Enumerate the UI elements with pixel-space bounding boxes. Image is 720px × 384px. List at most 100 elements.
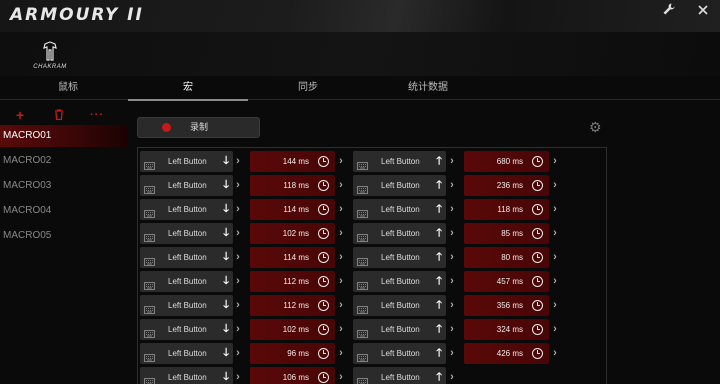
event-key-cell[interactable]: Left Button 🡓 <box>140 319 233 340</box>
event-key-cell[interactable]: Left Button 🡑 <box>353 199 446 220</box>
chevron-right-icon: › <box>553 155 557 167</box>
event-delay-cell[interactable]: 118 ms <box>464 199 549 220</box>
keyboard-icon <box>144 277 155 290</box>
arrow-up-icon: 🡑 <box>436 179 442 191</box>
event-key-cell[interactable]: Left Button 🡓 <box>140 223 233 244</box>
chevron-right-icon: › <box>450 155 454 167</box>
chevron-right-icon: › <box>450 371 454 383</box>
chevron-right-icon: › <box>339 203 343 215</box>
delete-macro-button[interactable] <box>51 106 67 124</box>
event-delay-cell[interactable]: 112 ms <box>250 271 335 292</box>
trash-icon <box>55 109 63 121</box>
event-delay-cell[interactable]: 324 ms <box>464 319 549 340</box>
event-delay-value: 106 ms <box>282 373 309 382</box>
chevron-right-icon: › <box>339 323 343 335</box>
event-delay-cell[interactable]: 144 ms <box>250 151 335 172</box>
chevron-right-icon: › <box>339 299 343 311</box>
chevron-right-icon: › <box>553 203 557 215</box>
event-delay-value: 118 ms <box>497 205 523 214</box>
event-key-label: Left Button <box>168 181 207 190</box>
event-delay-value: 236 ms <box>496 181 523 190</box>
event-key-cell[interactable]: Left Button 🡓 <box>140 151 233 172</box>
event-key-cell[interactable]: Left Button 🡑 <box>353 295 446 316</box>
macro-list-item[interactable]: MACRO01 <box>0 125 128 147</box>
close-icon[interactable] <box>694 2 712 20</box>
event-key-cell[interactable]: Left Button 🡓 <box>140 175 233 196</box>
event-key-cell[interactable]: Left Button 🡑 <box>353 319 446 340</box>
event-key-cell[interactable]: Left Button 🡓 <box>140 343 233 364</box>
event-key-cell[interactable]: Left Button 🡑 <box>353 343 446 364</box>
event-key-label: Left Button <box>381 253 420 262</box>
wrench-icon[interactable] <box>660 2 678 20</box>
arrow-up-icon: 🡑 <box>436 275 442 287</box>
keyboard-icon <box>357 253 368 266</box>
gear-icon[interactable]: ⚙ <box>589 120 603 134</box>
macro-list-item[interactable]: MACRO04 <box>0 200 128 222</box>
event-delay-cell[interactable]: 114 ms <box>250 247 335 268</box>
event-key-cell[interactable]: Left Button 🡓 <box>140 271 233 292</box>
event-key-cell[interactable]: Left Button 🡑 <box>353 151 446 172</box>
event-delay-cell[interactable]: 680 ms <box>464 151 549 172</box>
event-delay-value: 80 ms <box>501 253 523 262</box>
macro-list-item[interactable]: MACRO05 <box>0 225 128 247</box>
arrow-up-icon: 🡑 <box>436 227 442 239</box>
event-delay-cell[interactable]: 356 ms <box>464 295 549 316</box>
event-key-cell[interactable]: Left Button 🡑 <box>353 271 446 292</box>
event-delay-cell[interactable]: 102 ms <box>250 319 335 340</box>
more-options-button[interactable]: ··· <box>89 106 105 124</box>
arrow-down-icon: 🡓 <box>223 179 229 191</box>
chevron-right-icon: › <box>236 251 240 263</box>
event-delay-value: 102 ms <box>282 325 309 334</box>
event-key-cell[interactable]: Left Button 🡓 <box>140 295 233 316</box>
device-selector[interactable]: CHAKRAM <box>30 40 70 76</box>
event-delay-cell[interactable]: 426 ms <box>464 343 549 364</box>
arrow-up-icon: 🡑 <box>436 155 442 167</box>
chevron-right-icon: › <box>236 155 240 167</box>
event-key-label: Left Button <box>168 205 207 214</box>
event-key-label: Left Button <box>381 349 420 358</box>
keyboard-icon <box>357 229 368 242</box>
add-macro-button[interactable]: + <box>12 106 28 124</box>
clock-icon <box>532 228 543 239</box>
event-delay-cell[interactable]: 96 ms <box>250 343 335 364</box>
macro-list-item[interactable]: MACRO03 <box>0 175 128 197</box>
event-delay-value: 426 ms <box>496 349 523 358</box>
event-delay-cell[interactable]: 102 ms <box>250 223 335 244</box>
event-delay-cell[interactable]: 85 ms <box>464 223 549 244</box>
event-key-cell[interactable]: Left Button 🡑 <box>353 247 446 268</box>
arrow-up-icon: 🡑 <box>436 323 442 335</box>
arrow-down-icon: 🡓 <box>223 323 229 335</box>
event-delay-cell[interactable]: 114 ms <box>250 199 335 220</box>
event-key-cell[interactable]: Left Button 🡑 <box>353 223 446 244</box>
event-delay-cell[interactable]: 457 ms <box>464 271 549 292</box>
chevron-right-icon: › <box>450 251 454 263</box>
clock-icon <box>532 300 543 311</box>
event-key-label: Left Button <box>381 325 420 334</box>
event-delay-cell[interactable]: 106 ms <box>250 367 335 384</box>
keyboard-icon <box>357 373 368 384</box>
event-delay-value: 144 ms <box>282 157 309 166</box>
event-delay-cell[interactable]: 80 ms <box>464 247 549 268</box>
keyboard-icon <box>357 325 368 338</box>
event-key-label: Left Button <box>381 373 420 382</box>
clock-icon <box>318 204 329 215</box>
event-key-cell[interactable]: Left Button 🡑 <box>353 175 446 196</box>
tab-macro[interactable]: 宏 <box>128 76 248 101</box>
arrow-down-icon: 🡓 <box>223 299 229 311</box>
tab-statistics[interactable]: 统计数据 <box>368 76 488 100</box>
chevron-right-icon: › <box>236 323 240 335</box>
keyboard-icon <box>357 205 368 218</box>
event-key-cell[interactable]: Left Button 🡓 <box>140 247 233 268</box>
event-key-cell[interactable]: Left Button 🡓 <box>140 199 233 220</box>
event-delay-cell[interactable]: 236 ms <box>464 175 549 196</box>
event-delay-cell[interactable]: 112 ms <box>250 295 335 316</box>
event-key-cell[interactable]: Left Button 🡑 <box>353 367 446 384</box>
tab-sync[interactable]: 同步 <box>248 76 368 100</box>
record-button[interactable]: 录制 <box>137 117 260 138</box>
chevron-right-icon: › <box>236 371 240 383</box>
macro-list-item[interactable]: MACRO02 <box>0 150 128 172</box>
event-key-label: Left Button <box>168 301 207 310</box>
event-delay-cell[interactable]: 118 ms <box>250 175 335 196</box>
event-key-cell[interactable]: Left Button 🡓 <box>140 367 233 384</box>
tab-mouse[interactable]: 鼠标 <box>8 76 128 100</box>
